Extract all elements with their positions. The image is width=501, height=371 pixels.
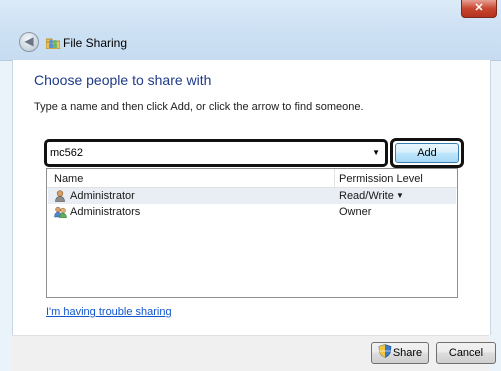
add-button-highlight: Add (390, 138, 464, 168)
user-name: Administrator (70, 190, 135, 202)
column-header-name[interactable]: Name (54, 173, 83, 185)
column-header-permission[interactable]: Permission Level (339, 173, 423, 185)
file-sharing-icon (46, 38, 60, 49)
list-header: Name Permission Level (47, 169, 457, 188)
permission-level[interactable]: Read/Write (339, 190, 394, 202)
add-button[interactable]: Add (395, 143, 459, 163)
column-divider (334, 169, 335, 187)
list-item[interactable]: Administrators Owner (48, 204, 456, 220)
page-heading: Choose people to share with (34, 72, 212, 88)
permission-level: Owner (339, 206, 372, 218)
name-combobox[interactable]: ▼ (44, 139, 388, 167)
trouble-sharing-link[interactable]: I'm having trouble sharing (46, 306, 172, 318)
list-item[interactable]: Administrator Read/Write ▼ (48, 188, 456, 204)
permission-dropdown-icon[interactable]: ▼ (396, 191, 404, 200)
title-bar (0, 0, 501, 61)
share-button-label: Share (392, 347, 423, 359)
user-group-icon (54, 206, 67, 218)
back-arrow-icon[interactable]: ◀ (19, 32, 39, 52)
dropdown-arrow-icon[interactable]: ▼ (372, 148, 380, 157)
instruction-text: Type a name and then click Add, or click… (34, 101, 364, 113)
share-button[interactable]: Share (371, 342, 429, 364)
share-list: Name Permission Level Administrator Read… (46, 168, 458, 298)
name-input[interactable] (50, 145, 360, 161)
user-icon (55, 190, 65, 202)
user-name: Administrators (70, 206, 141, 218)
close-button[interactable]: ✕ (461, 0, 497, 18)
cancel-button[interactable]: Cancel (436, 342, 496, 364)
window-title: File Sharing (63, 36, 128, 50)
shield-icon (378, 344, 392, 358)
